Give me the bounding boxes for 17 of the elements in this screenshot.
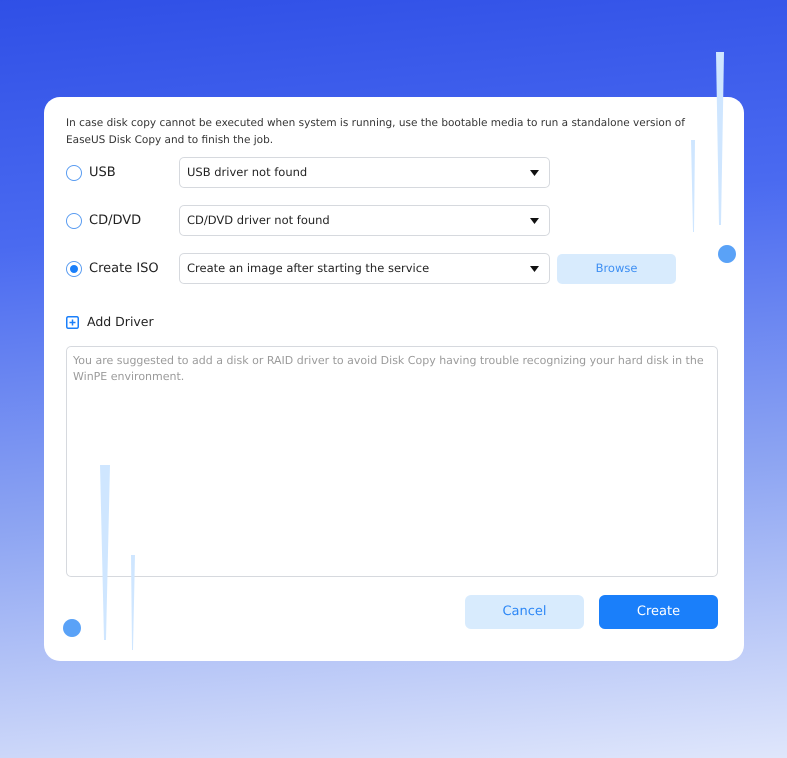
option-label[interactable]: Create ISO bbox=[89, 258, 179, 278]
caret-icon bbox=[530, 266, 539, 272]
dropdown-field[interactable]: Create an image after starting the service bbox=[179, 253, 550, 284]
caret-icon bbox=[530, 170, 539, 176]
add-driver-link[interactable]: Add Driver bbox=[87, 313, 154, 332]
radio-button[interactable] bbox=[66, 164, 82, 180]
add-icon[interactable] bbox=[66, 316, 79, 329]
radio-button[interactable] bbox=[66, 260, 82, 276]
dropdown-field[interactable]: CD/DVD driver not found bbox=[179, 205, 550, 236]
option-label[interactable]: CD/DVD bbox=[89, 210, 179, 230]
caret-icon bbox=[530, 218, 539, 224]
option-label[interactable]: USB bbox=[89, 162, 179, 182]
description-text: In case disk copy cannot be executed when system is running, use the bootable media to run a standalone version of EaseUS Disk Copy and to finish the job. bbox=[66, 116, 686, 148]
dropdown-field[interactable]: USB driver not found bbox=[179, 157, 550, 188]
create-button[interactable]: Create bbox=[599, 594, 718, 629]
driver-notes-field[interactable]: You are suggested to add a disk or RAID driver to avoid Disk Copy having trouble recognizing your hard disk in the WinPE environment. bbox=[66, 346, 718, 577]
radio-button[interactable] bbox=[66, 212, 82, 228]
